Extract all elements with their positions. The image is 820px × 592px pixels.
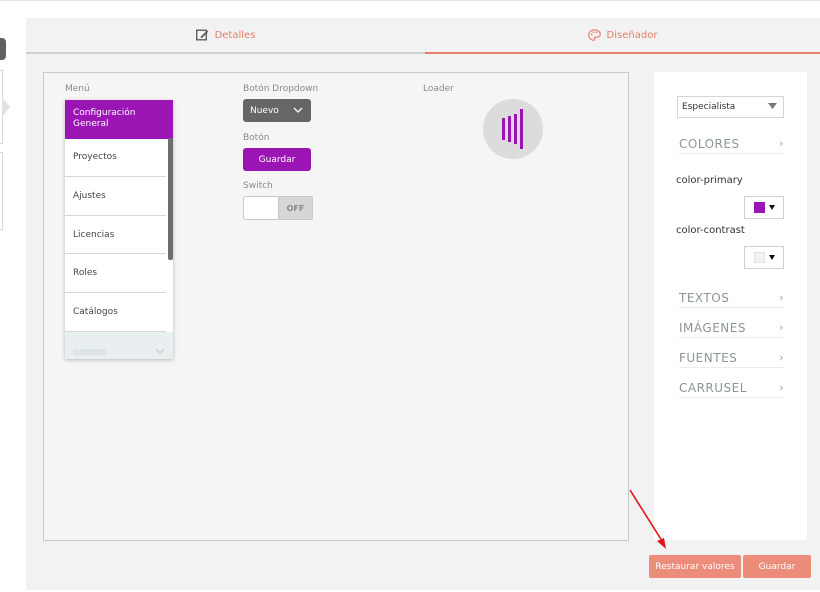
chevron-right-icon: › (779, 291, 784, 304)
button-label: Botón (243, 133, 270, 143)
chevron-right-icon: › (779, 351, 784, 364)
chevron-right-icon: › (779, 381, 784, 394)
profile-select-value: Especialista (682, 102, 736, 112)
profile-select[interactable]: Especialista (677, 96, 784, 118)
switch-state: OFF (286, 203, 305, 213)
section-carrusel-label: CARRUSEL (679, 380, 747, 395)
section-fuentes-label: FUENTES (679, 350, 738, 365)
chevron-right-icon: › (779, 137, 784, 150)
section-textos-label: TEXTOS (679, 290, 730, 305)
tab-details[interactable]: Detalles (26, 18, 425, 54)
color-contrast-chip (753, 252, 765, 263)
menu-item-catalogos[interactable]: Catálogos (65, 293, 166, 332)
switch-knob (244, 197, 279, 219)
dropdown-label: Botón Dropdown (243, 84, 319, 94)
tab-designer[interactable]: Diseñador (425, 18, 820, 54)
settings-panel: Especialista COLORES › color-primary col… (654, 72, 807, 540)
menu-item-collapsed[interactable] (65, 331, 173, 359)
left-step-card-2 (0, 152, 3, 230)
section-carrusel[interactable]: CARRUSEL › (679, 378, 784, 398)
color-contrast-picker[interactable] (744, 246, 784, 269)
section-fuentes[interactable]: FUENTES › (679, 348, 784, 368)
chevron-down-icon (155, 347, 165, 357)
tab-details-label: Detalles (214, 29, 256, 41)
menu-item-configuracion-general[interactable]: Configuración General (65, 100, 173, 139)
loader-icon (483, 99, 543, 159)
menu-item-collapsed-text (73, 348, 107, 355)
color-primary-label: color-primary (676, 175, 743, 186)
menu-item-ajustes[interactable]: Ajustes (65, 177, 166, 216)
section-colores-label: COLORES (679, 136, 740, 151)
menu-item-proyectos[interactable]: Proyectos (65, 139, 166, 178)
menu-scrollbar[interactable] (168, 138, 173, 260)
preview-switch[interactable]: OFF (243, 196, 313, 220)
palette-icon (587, 29, 601, 41)
preview-save-button[interactable]: Guardar (243, 148, 311, 171)
color-primary-chip (753, 202, 765, 213)
preview-canvas: Menú Configuración General Proyectos Aju… (43, 72, 629, 541)
dropdown-value: Nuevo (250, 105, 279, 116)
edit-icon (195, 29, 209, 41)
menu-item-roles[interactable]: Roles (65, 254, 166, 293)
loader-label: Loader (423, 84, 454, 94)
dropdown-arrow-icon (768, 102, 777, 112)
tab-bar: Detalles Diseñador (26, 18, 820, 54)
menu-label: Menú (65, 84, 90, 94)
color-contrast-label: color-contrast (676, 225, 745, 236)
section-colores[interactable]: COLORES › (679, 134, 784, 154)
save-button[interactable]: Guardar (743, 555, 811, 578)
designer-panel: Detalles Diseñador Menú Configuración Ge… (26, 18, 820, 590)
dropdown-button[interactable]: Nuevo (243, 99, 311, 122)
top-divider (0, 0, 820, 1)
left-step-arrow (2, 97, 10, 117)
dropdown-arrow-icon (768, 255, 775, 260)
restore-values-button[interactable]: Restaurar valores (649, 555, 741, 578)
tab-designer-label: Diseñador (606, 29, 658, 41)
color-primary-picker[interactable] (744, 196, 784, 219)
app-root: Detalles Diseñador Menú Configuración Ge… (0, 0, 820, 592)
dropdown-arrow-icon (768, 205, 775, 210)
chevron-right-icon: › (779, 321, 784, 334)
section-imagenes[interactable]: IMÁGENES › (679, 318, 784, 338)
chevron-down-icon (293, 106, 303, 116)
left-toggle-handle[interactable] (0, 38, 6, 60)
switch-label: Switch (243, 181, 273, 191)
section-imagenes-label: IMÁGENES (679, 320, 746, 335)
menu-preview: Configuración General Proyectos Ajustes … (65, 100, 173, 359)
section-textos[interactable]: TEXTOS › (679, 288, 784, 308)
menu-item-licencias[interactable]: Licencias (65, 216, 166, 255)
